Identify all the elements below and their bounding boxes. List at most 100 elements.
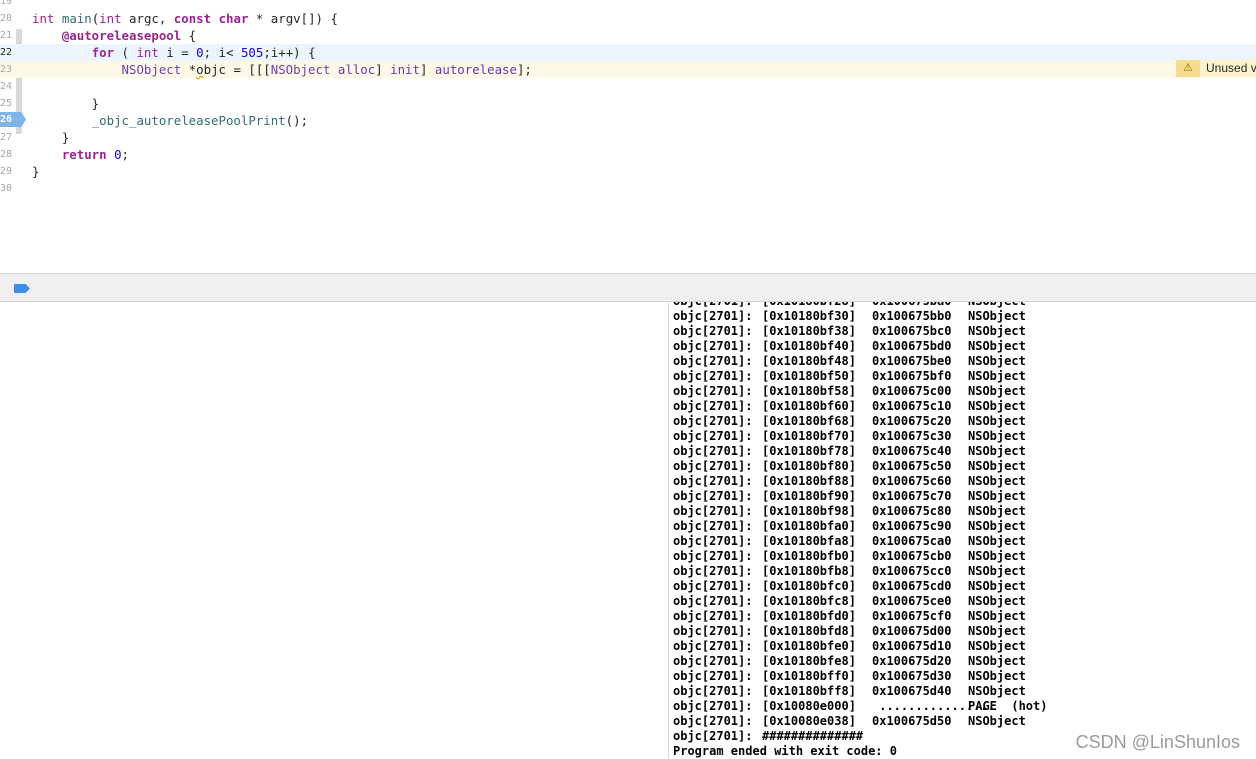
console-address: [0x10180bfc0]: [762, 579, 856, 593]
console-object: 0x100675c10: [872, 399, 952, 413]
console-object: 0x100675c80: [872, 504, 952, 518]
console-line: objc[2701]: [0x10180bf50] 0x100675bf0 NSObj…: [673, 369, 1047, 384]
console-line: objc[2701]: [0x10180bfc8] 0x100675ce0 NSObj…: [673, 594, 1047, 609]
console-address: [0x10180bf38]: [762, 324, 856, 338]
breakpoint-line-number: 26: [0, 114, 13, 125]
console-line: objc[2701]: [0x10180bf78] 0x100675c40 NSObj…: [673, 444, 1047, 459]
console-address: [0x10180bfa0]: [762, 519, 856, 533]
code-line[interactable]: 26 _objc_autoreleasePoolPrint();: [0, 112, 1256, 129]
console-object: 0x100675cd0: [872, 579, 952, 593]
warning-badge[interactable]: ⚠ Unused v: [1176, 60, 1256, 77]
code-text: NSObject *objc = [[[NSObject alloc] init…: [121, 62, 532, 77]
console-line: Program ended with exit code: 0: [673, 744, 1047, 759]
console-line: objc[2701]: [0x10180bfb8] 0x100675cc0 NSObj…: [673, 564, 1047, 579]
console-class: NSObject: [968, 564, 1026, 578]
source-editor[interactable]: 19 20 int main(int argc, const char * argv…: [0, 0, 1256, 273]
console-address: [0x10180bff0]: [762, 669, 856, 683]
code-line[interactable]: 23 NSObject *objc = [[[NSObject alloc] i…: [0, 61, 1256, 78]
console-line: objc[2701]: [0x10180bfa0] 0x100675c90 NSObj…: [673, 519, 1047, 534]
console-text: Program ended with exit code: 0: [673, 744, 897, 758]
code-text: for ( int i = 0; i< 505;i++) {: [91, 45, 316, 60]
code-line[interactable]: 30: [0, 180, 1256, 197]
console-line: objc[2701]: [0x10080e038] 0x100675d50 NSObj…: [673, 714, 1047, 729]
console-class: NSObject: [968, 594, 1026, 608]
console-prefix: objc[2701]:: [673, 579, 753, 593]
line-number: 22: [0, 47, 13, 58]
console-prefix: objc[2701]:: [673, 384, 753, 398]
console-prefix: objc[2701]:: [673, 459, 753, 473]
code-line[interactable]: 27 }: [0, 129, 1256, 146]
console-line: objc[2701]: ##############: [673, 729, 1047, 744]
console-lines: objc[2701]:[0x10180bf28]0x100675ba0NSObj…: [673, 302, 1047, 759]
console-address: [0x10180bfa8]: [762, 534, 856, 548]
console-object: 0x100675d20: [872, 654, 952, 668]
console-object: 0x100675be0: [872, 354, 952, 368]
console-prefix: objc[2701]:: [673, 654, 753, 668]
line-number: 28: [0, 149, 13, 160]
console-class: NSObject: [968, 684, 1026, 698]
console-object: 0x100675d50: [872, 714, 952, 728]
variables-view[interactable]: [0, 302, 669, 759]
console-address: [0x10180bf98]: [762, 504, 856, 518]
console-prefix: objc[2701]:: [673, 669, 753, 683]
code-line[interactable]: 24: [0, 78, 1256, 95]
code-line[interactable]: 29}: [0, 163, 1256, 180]
console-object: 0x100675ba0: [872, 302, 968, 309]
code-text: int main(int argc, const char * argv[]) …: [32, 11, 338, 26]
console-line: objc[2701]: [0x10180bff8] 0x100675d40 NSObj…: [673, 684, 1047, 699]
console-line: objc[2701]: [0x10180bfd8] 0x100675d00 NSObj…: [673, 624, 1047, 639]
console-class: NSObject: [968, 369, 1026, 383]
console-prefix: objc[2701]:: [673, 504, 753, 518]
console-object: 0x100675c50: [872, 459, 952, 473]
console-line: objc[2701]: [0x10080e000] ...............…: [673, 699, 1047, 714]
console-line: objc[2701]: [0x10180bf48] 0x100675be0 NSObj…: [673, 354, 1047, 369]
console-address: [0x10080e000]: [762, 699, 856, 713]
console-prefix: objc[2701]:: [673, 302, 762, 309]
console-line: objc[2701]: [0x10180bf58] 0x100675c00 NSObj…: [673, 384, 1047, 399]
console-class: NSObject: [968, 429, 1026, 443]
code-line[interactable]: 28 return 0;: [0, 146, 1256, 163]
console-object: 0x100675cf0: [872, 609, 952, 623]
console-object: 0x100675c30: [872, 429, 952, 443]
code-text: }: [32, 130, 70, 145]
console-object: 0x100675d10: [872, 639, 952, 653]
console-object: 0x100675c40: [872, 444, 952, 458]
warning-text: Unused v: [1206, 61, 1256, 75]
code-text: }: [32, 164, 40, 179]
console-line: objc[2701]: [0x10180bf40] 0x100675bd0 NSObj…: [673, 339, 1047, 354]
console-prefix: objc[2701]:: [673, 684, 753, 698]
line-number: 29: [0, 166, 13, 177]
code-line[interactable]: 22 for ( int i = 0; i< 505;i++) {: [0, 44, 1256, 61]
console-object: 0x100675cc0: [872, 564, 952, 578]
console-prefix: objc[2701]:: [673, 339, 753, 353]
console-object: 0x100675bd0: [872, 339, 952, 353]
console-line: objc[2701]: [0x10180bf80] 0x100675c50 NSObj…: [673, 459, 1047, 474]
console-address: [0x10180bf30]: [762, 309, 856, 323]
console-class: NSObject: [968, 324, 1026, 338]
console-object: 0x100675d40: [872, 684, 952, 698]
code-text: @autoreleasepool {: [61, 28, 197, 43]
code-line[interactable]: 25 }: [0, 95, 1256, 112]
console-object: 0x100675c00: [872, 384, 952, 398]
code-line[interactable]: 19: [0, 0, 1256, 10]
console-class: NSObject: [968, 714, 1026, 728]
code-line[interactable]: 21 @autoreleasepool {: [0, 27, 1256, 44]
console-prefix: objc[2701]:: [673, 624, 753, 638]
breakpoint-toggle-icon[interactable]: [14, 284, 30, 293]
console-address: [0x10180bf50]: [762, 369, 856, 383]
code-text: }: [32, 96, 100, 111]
console-address: [0x10180bf28]: [762, 302, 872, 309]
line-number: 21: [0, 30, 13, 41]
console-class: PAGE (hot): [968, 699, 1048, 713]
console-class: NSObject: [968, 624, 1026, 638]
console-prefix: objc[2701]:: [673, 639, 753, 653]
code-line[interactable]: 20 int main(int argc, const char * argv[]…: [0, 10, 1256, 27]
console-object: 0x100675c60: [872, 474, 952, 488]
console-object: 0x100675bb0: [872, 309, 952, 323]
console-object: 0x100675d30: [872, 669, 952, 683]
console-output[interactable]: objc[2701]:[0x10180bf28]0x100675ba0NSObj…: [670, 302, 1256, 759]
console-object: 0x100675c90: [872, 519, 952, 533]
debug-bar: [0, 273, 1256, 302]
console-line: objc[2701]: [0x10180bfd0] 0x100675cf0 NSObj…: [673, 609, 1047, 624]
console-line: objc[2701]: [0x10180bf68] 0x100675c20 NSObj…: [673, 414, 1047, 429]
